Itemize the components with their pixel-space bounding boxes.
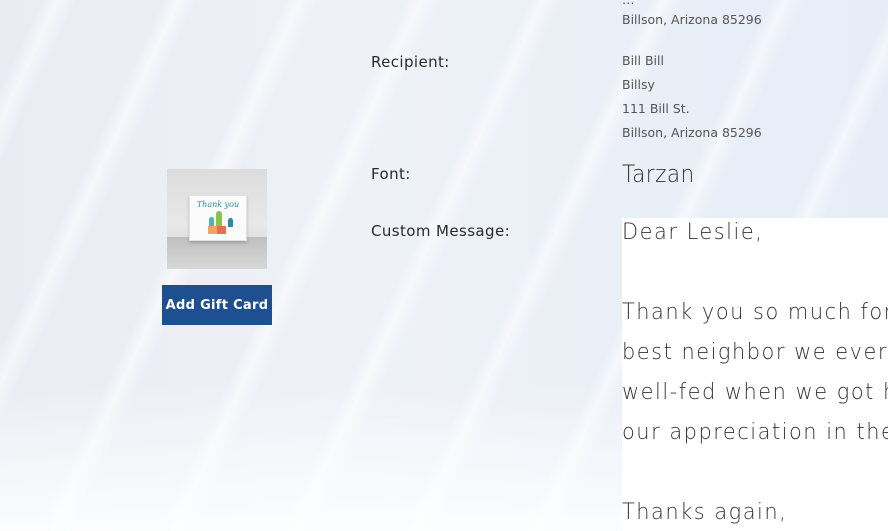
recipient-line-3: 111 Bill St. — [622, 101, 690, 116]
message-line-5: well-fed when we got home, so — [622, 380, 888, 405]
thank-you-card-image: Thank you — [189, 195, 247, 241]
message-line-4: best neighbor we ever could h — [622, 340, 888, 365]
message-line-8: Thanks again, — [622, 500, 788, 525]
recipient-line-2: Billsy — [622, 77, 655, 92]
cactus-icon-center — [216, 211, 222, 227]
card-title-text: Thank you — [196, 200, 240, 209]
flower-pot-icon-left — [208, 226, 217, 234]
message-line-1: Dear Leslie, — [622, 220, 764, 245]
recipient-label: Recipient: — [371, 53, 450, 71]
custom-message-preview: Dear Leslie, Thank you so much for watch… — [622, 218, 888, 531]
gift-card-thumbnail: Thank you — [167, 169, 267, 269]
sender-address-city-state-zip: Billson, Arizona 85296 — [622, 12, 762, 27]
sender-address-cutoff-line: … — [622, 0, 635, 7]
recipient-line-1: Bill Bill — [622, 53, 664, 68]
font-label: Font: — [371, 165, 411, 183]
recipient-line-4: Billson, Arizona 85296 — [622, 125, 762, 140]
flower-pot-icon-right — [217, 226, 226, 234]
font-value: Tarzan — [622, 160, 695, 188]
message-line-3: Thank you so much for watch — [622, 300, 888, 325]
message-line-6: our appreciation in the card. C — [622, 420, 888, 445]
custom-message-label: Custom Message: — [371, 222, 511, 240]
thumbnail-table-surface — [167, 237, 267, 269]
cactus-icon-right — [228, 218, 233, 227]
add-gift-card-button[interactable]: Add Gift Card — [162, 285, 272, 325]
